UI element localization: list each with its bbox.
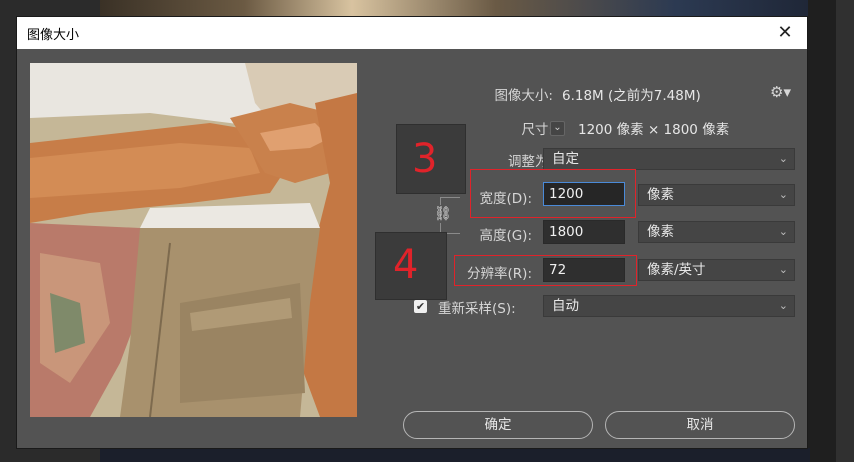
- close-icon[interactable]: ✕: [771, 19, 799, 47]
- resolution-unit-value: 像素/英寸: [647, 262, 706, 278]
- link-icon[interactable]: ⛓: [434, 205, 452, 223]
- fit-to-select[interactable]: 自定 ⌄: [543, 148, 795, 170]
- width-unit-select[interactable]: 像素 ⌄: [638, 184, 795, 206]
- chevron-down-icon: ⌄: [778, 152, 788, 165]
- background-canvas-bottom: [100, 448, 810, 462]
- chevron-down-icon: ⌄: [778, 263, 788, 276]
- dimensions-toggle-icon[interactable]: ⌄: [550, 121, 565, 136]
- dialog-content: ⚙▾ 图像大小: 6.18M (之前为7.48M) 尺寸: ⌄ 1200 像素 …: [17, 49, 807, 448]
- chevron-down-icon: ⌄: [778, 188, 788, 201]
- step-4-number: 4: [393, 242, 419, 288]
- height-unit-select[interactable]: 像素 ⌄: [638, 221, 795, 243]
- resample-label: 重新采样(S):: [438, 301, 516, 317]
- image-preview[interactable]: [30, 63, 357, 417]
- height-input[interactable]: 1800: [543, 220, 625, 244]
- height-label: 高度(G):: [479, 228, 532, 244]
- resolution-unit-select[interactable]: 像素/英寸 ⌄: [638, 259, 795, 281]
- cancel-button[interactable]: 取消: [605, 411, 795, 439]
- image-size-dialog: 图像大小 ✕ ⚙▾ 图像大小: 6.18M (之前为7.48M) 尺寸: ⌄ 1…: [17, 17, 807, 448]
- image-size-value: 6.18M (之前为7.48M): [562, 88, 701, 104]
- dimensions-value: 1200 像素 × 1800 像素: [578, 122, 730, 138]
- gear-icon[interactable]: ⚙▾: [770, 83, 791, 101]
- resample-checkbox[interactable]: ✔: [414, 300, 427, 313]
- background-scrollbar: [836, 0, 854, 462]
- resolution-highlight: [454, 255, 637, 286]
- width-unit-value: 像素: [647, 187, 674, 203]
- resample-value: 自动: [552, 298, 579, 314]
- dialog-title: 图像大小: [27, 28, 80, 43]
- dimensions-label: 尺寸:: [521, 122, 553, 138]
- chevron-down-icon: ⌄: [778, 299, 788, 312]
- ok-button[interactable]: 确定: [403, 411, 593, 439]
- constrain-bracket-top: [440, 197, 460, 198]
- image-size-label: 图像大小:: [494, 88, 553, 104]
- height-unit-value: 像素: [647, 224, 674, 240]
- title-bar: 图像大小 ✕: [17, 17, 807, 49]
- resample-select[interactable]: 自动 ⌄: [543, 295, 795, 317]
- width-highlight: [470, 169, 636, 218]
- fit-to-value: 自定: [552, 151, 579, 167]
- chevron-down-icon: ⌄: [778, 225, 788, 238]
- preview-photo: [30, 63, 357, 417]
- step-3-number: 3: [412, 136, 438, 182]
